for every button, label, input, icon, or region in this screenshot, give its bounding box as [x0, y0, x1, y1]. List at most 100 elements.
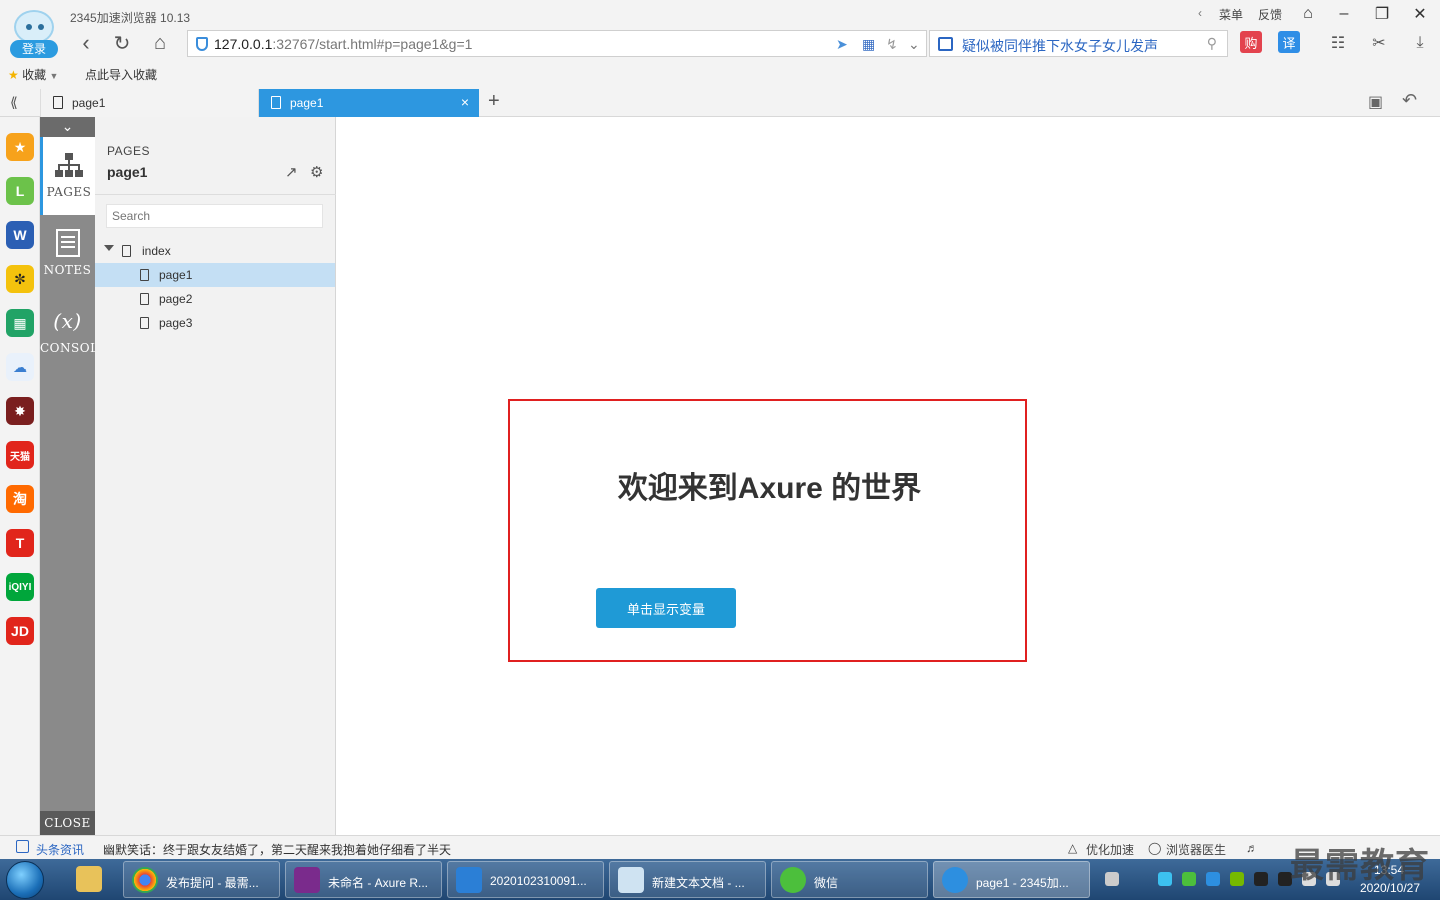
expand-triangle-icon[interactable]	[104, 245, 114, 251]
show-variable-button[interactable]: 单击显示变量	[596, 588, 736, 628]
taskbar-item-axure[interactable]: 未命名 - Axure R...	[285, 861, 442, 898]
current-page-title: page1	[107, 164, 148, 180]
login-button[interactable]: 登录	[10, 40, 58, 58]
optimize-link[interactable]: 优化加速	[1086, 841, 1134, 858]
taskbar-item-browser[interactable]: page1 - 2345加...	[933, 861, 1090, 898]
secure-shield-icon	[196, 37, 208, 51]
pages-search-input[interactable]	[106, 204, 323, 228]
tree-node-page1[interactable]: page1	[95, 263, 335, 287]
feedback-link[interactable]: 反馈	[1258, 6, 1282, 23]
start-button[interactable]	[6, 861, 44, 899]
news-search-text[interactable]: 疑似被同伴推下水女子女儿发声	[962, 36, 1158, 56]
security-tray-icon[interactable]	[1206, 872, 1220, 886]
t-app-icon[interactable]: T	[6, 529, 34, 557]
link-settings-icon[interactable]: ⚙	[310, 163, 323, 181]
clock-app-icon[interactable]: L	[6, 177, 34, 205]
pane-tab-console[interactable]: (x) CONSOLE	[40, 293, 107, 371]
pane-tab-notes-label: NOTES	[43, 263, 92, 277]
axure-rp-icon	[294, 867, 320, 893]
lightning-icon[interactable]: ↯	[886, 36, 898, 53]
video-editor-icon	[456, 867, 482, 893]
new-tab-icon[interactable]: +	[488, 90, 500, 113]
news-ticker-text[interactable]: 幽默笑话：终于跟女友结婚了，第二天醒来我抱着她仔细看了半天	[103, 841, 451, 858]
translate-button[interactable]: 译	[1278, 31, 1300, 53]
taskbar-item-notepad[interactable]: 新建文本文档 - ...	[609, 861, 766, 898]
pane-tab-notes[interactable]: NOTES	[40, 215, 95, 293]
undo-close-tab-icon[interactable]: ↶	[1402, 90, 1417, 111]
image-news-icon	[938, 37, 953, 51]
chrome-icon	[132, 867, 158, 893]
qq-icon[interactable]	[1254, 872, 1268, 886]
browser-doctor-link[interactable]: 浏览器医生	[1166, 841, 1226, 858]
keyboard-icon[interactable]	[1105, 872, 1119, 886]
iqiyi-icon[interactable]: iQIYI	[6, 573, 34, 601]
search-icon[interactable]: ⚲	[1207, 35, 1217, 52]
reload-icon[interactable]: ↻	[108, 30, 136, 56]
news-icon	[16, 840, 29, 853]
address-bar[interactable]: 127.0.0.1:32767/start.html#p=page1&g=1 ➤…	[187, 30, 927, 57]
taskbar-item-wechat[interactable]: 微信	[771, 861, 928, 898]
rocket-icon[interactable]: ➤	[836, 36, 848, 53]
document-icon	[53, 96, 63, 109]
explorer-pinned[interactable]	[70, 861, 114, 898]
notes-icon	[55, 229, 80, 257]
panel-divider	[95, 194, 336, 195]
apps-grid-icon[interactable]: ☷	[1326, 31, 1350, 55]
taskbar-item-label: 发布提问 - 最需...	[166, 876, 259, 890]
collapse-pane-icon[interactable]: ⌄	[40, 117, 95, 137]
nvidia-icon[interactable]	[1230, 872, 1244, 886]
download-icon[interactable]: ⤓	[1408, 31, 1432, 55]
address-url[interactable]: 127.0.0.1:32767/start.html#p=page1&g=1	[214, 36, 472, 52]
menu-link[interactable]: 菜单	[1219, 6, 1243, 23]
back-icon[interactable]: ‹	[72, 30, 100, 56]
jd-icon[interactable]: JD	[6, 617, 34, 645]
game-app-icon-2[interactable]: ✸	[6, 397, 34, 425]
taskbar-item-video[interactable]: 2020102310091...	[447, 861, 604, 898]
taskbar-item-label: 未命名 - Axure R...	[328, 876, 429, 890]
tmall-icon[interactable]: 天猫	[6, 441, 34, 469]
user-avatar[interactable]: 登录	[8, 10, 60, 58]
maximize-icon[interactable]: ❐	[1364, 2, 1400, 26]
taskbar-item-label: 2020102310091...	[490, 874, 587, 888]
sandbox-icon[interactable]: ▣	[1368, 92, 1383, 112]
news-search-box[interactable]: 疑似被同伴推下水女子女儿发声 ⚲	[929, 30, 1228, 57]
taskbar-item-chrome[interactable]: 发布提问 - 最需...	[123, 861, 280, 898]
tree-node-page3[interactable]: page3	[95, 311, 335, 335]
page-icon	[140, 317, 149, 329]
home-icon[interactable]: ⌂	[146, 30, 174, 56]
taobao-icon[interactable]: 淘	[6, 485, 34, 513]
import-bookmarks-link[interactable]: 点此导入收藏	[85, 66, 157, 83]
speaker-icon[interactable]: ♬	[1246, 841, 1258, 855]
qr-code-icon[interactable]: ▦	[862, 36, 875, 53]
tab-page1-inactive[interactable]: page1	[40, 89, 259, 117]
chevron-down-icon[interactable]: ⌄	[908, 36, 920, 53]
minimize-icon[interactable]: –	[1326, 2, 1362, 26]
folder-icon	[76, 866, 102, 892]
tab-sidebar-toggle-icon[interactable]: ⟪	[10, 94, 18, 111]
sheets-icon[interactable]: ▦	[6, 309, 34, 337]
bookmarks-menu[interactable]: ★ 收藏 ▼	[8, 66, 58, 83]
skin-icon[interactable]: ⌂	[1290, 2, 1326, 26]
word-icon[interactable]: W	[6, 221, 34, 249]
taskbar-item-label: 新建文本文档 - ...	[652, 876, 745, 890]
tab-page1-active[interactable]: page1 ×	[259, 89, 479, 117]
close-pane-button[interactable]: CLOSE	[40, 811, 95, 835]
close-tab-icon[interactable]: ×	[461, 94, 469, 110]
cloud-icon[interactable]: ☁	[6, 353, 34, 381]
tree-node-page2[interactable]: page2	[95, 287, 335, 311]
news-label[interactable]: 头条资讯	[36, 841, 84, 858]
axure-pane-tabs: ⌄ PAGES NOTES (x) CONSOLE CLOSE	[40, 117, 107, 835]
tree-node-index[interactable]: index	[95, 239, 335, 263]
collapse-arrow-icon[interactable]: ‹	[1198, 6, 1202, 20]
favorites-star-icon[interactable]: ★	[6, 133, 34, 161]
player-icon[interactable]	[1158, 872, 1172, 886]
game-app-icon[interactable]: ✼	[6, 265, 34, 293]
close-window-icon[interactable]: ✕	[1402, 2, 1438, 26]
pane-tab-pages[interactable]: PAGES	[40, 137, 95, 215]
open-in-new-icon[interactable]: ↗	[285, 163, 298, 181]
wechat-tray-icon[interactable]	[1182, 872, 1196, 886]
pages-heading: PAGES	[107, 144, 150, 158]
scissors-icon[interactable]: ✂	[1364, 31, 1394, 55]
dropdown-icon: ▼	[49, 71, 59, 81]
shopping-button[interactable]: 购	[1240, 31, 1262, 53]
